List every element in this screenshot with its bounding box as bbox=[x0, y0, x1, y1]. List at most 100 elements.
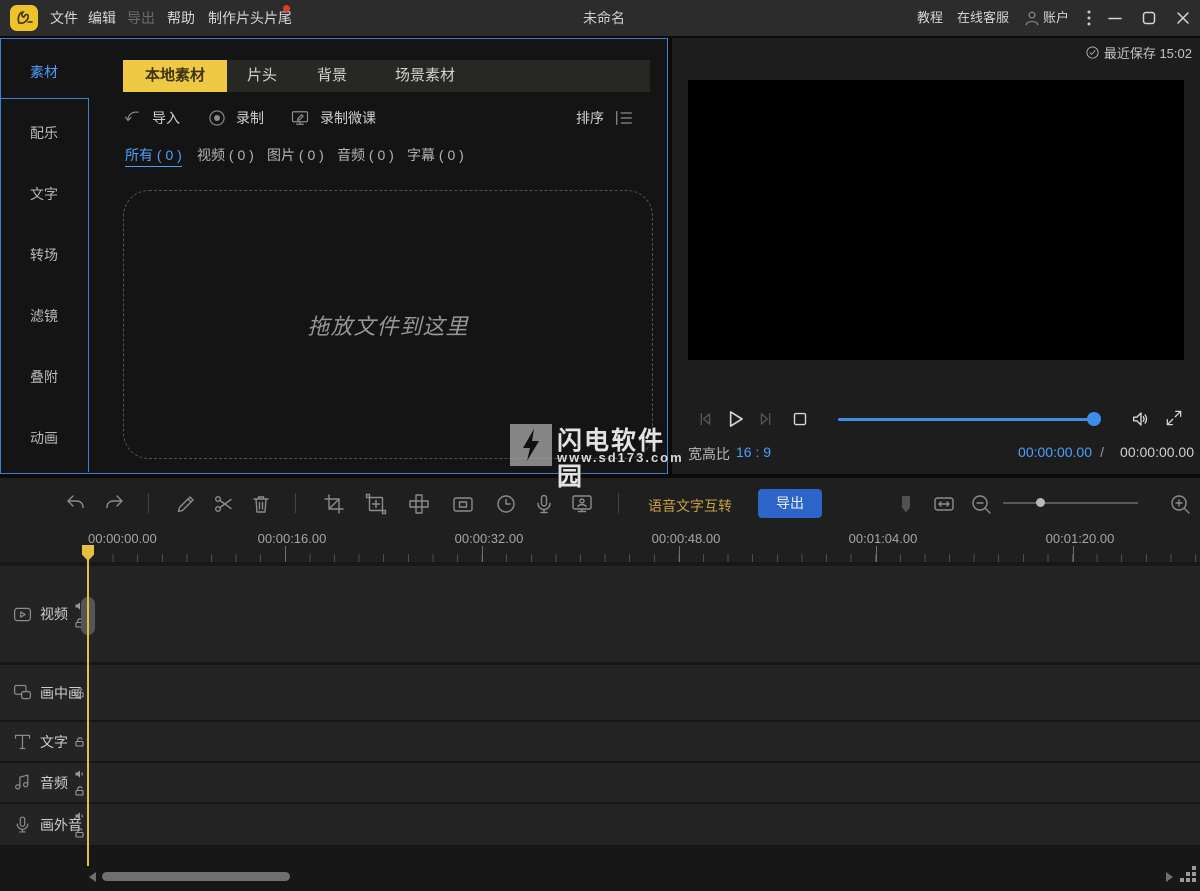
menu-export[interactable]: 导出 bbox=[127, 0, 155, 36]
stop-button[interactable] bbox=[789, 408, 811, 430]
filter-subtitle[interactable]: 字幕 ( 0 ) bbox=[407, 146, 464, 164]
scroll-right-arrow[interactable] bbox=[1166, 872, 1173, 882]
sort-list-icon[interactable] bbox=[613, 108, 635, 128]
track-text[interactable]: 文字 bbox=[0, 722, 1200, 761]
track-pip[interactable]: 画中画 bbox=[0, 665, 1200, 720]
tab-backgrounds[interactable]: 背景 bbox=[297, 60, 367, 92]
logo-cat-doodle bbox=[17, 11, 33, 24]
text-track-icon bbox=[14, 734, 31, 750]
marker-button[interactable] bbox=[894, 492, 918, 516]
menu-make-intro-outro[interactable]: 制作片头片尾 bbox=[208, 0, 292, 36]
timeline-ruler[interactable] bbox=[88, 546, 1200, 562]
track-video-header: 视频 bbox=[0, 566, 88, 662]
redo-button[interactable] bbox=[102, 492, 126, 516]
scroll-left-arrow[interactable] bbox=[89, 872, 96, 882]
timeline-panel: 语音文字互转 导出 00:00:00.00 00:00:16.00 00:00:… bbox=[0, 478, 1200, 891]
menu-edit[interactable]: 编辑 bbox=[88, 0, 116, 36]
library-panel: 素材 配乐 文字 转场 滤镜 叠附 动画 本地素材 片头 背景 场景素材 导入 … bbox=[0, 38, 682, 491]
delete-trash-button[interactable] bbox=[249, 492, 273, 516]
freeze-frame-button[interactable] bbox=[364, 492, 388, 516]
ruler-label: 00:01:20.00 bbox=[1045, 531, 1115, 546]
media-dropzone[interactable]: 拖放文件到这里 bbox=[123, 190, 653, 459]
import-icon bbox=[124, 111, 139, 122]
video-track-icon bbox=[14, 607, 31, 621]
close-button[interactable] bbox=[1174, 9, 1192, 27]
volume-icon[interactable] bbox=[1130, 408, 1152, 430]
track-lock-icon[interactable] bbox=[74, 785, 86, 797]
app-logo bbox=[10, 5, 38, 31]
track-text-header: 文字 bbox=[0, 722, 88, 761]
app-window: 文件 编辑 导出 帮助 制作片头片尾 未命名 教程 在线客服 账户 素材 配乐 … bbox=[0, 0, 1200, 891]
maximize-button[interactable] bbox=[1140, 9, 1158, 27]
previous-frame-button[interactable] bbox=[694, 408, 716, 430]
tab-intros[interactable]: 片头 bbox=[227, 60, 297, 92]
tab-scene-media[interactable]: 场景素材 bbox=[367, 60, 483, 92]
next-frame-button[interactable] bbox=[755, 408, 777, 430]
track-pip-header: 画中画 bbox=[0, 665, 88, 720]
zoom-out-button[interactable] bbox=[969, 492, 993, 516]
fit-timeline-button[interactable] bbox=[932, 492, 956, 516]
sidebar-item-music[interactable]: 配乐 bbox=[0, 118, 88, 148]
track-audio[interactable]: 音频 bbox=[0, 763, 1200, 802]
record-lesson-icon bbox=[291, 111, 309, 125]
time-total: 00:00:00.00 bbox=[1120, 444, 1194, 460]
track-voiceover-header: 画外音 bbox=[0, 804, 88, 845]
filter-image[interactable]: 图片 ( 0 ) bbox=[267, 146, 324, 164]
filter-audio[interactable]: 音频 ( 0 ) bbox=[337, 146, 394, 164]
timeline-zoom-knob[interactable] bbox=[1036, 498, 1045, 507]
track-mute-icon[interactable] bbox=[74, 768, 86, 780]
sidebar-item-text[interactable]: 文字 bbox=[0, 179, 88, 209]
webcam-record-button[interactable] bbox=[570, 492, 594, 516]
undo-button[interactable] bbox=[64, 492, 88, 516]
tutorial-link[interactable]: 教程 bbox=[917, 0, 943, 36]
record-button[interactable]: 录制 bbox=[236, 108, 264, 128]
ruler-label: 00:00:48.00 bbox=[651, 531, 721, 546]
minimize-button[interactable] bbox=[1106, 9, 1124, 27]
project-title: 未命名 bbox=[583, 10, 625, 26]
export-button[interactable]: 导出 bbox=[758, 489, 822, 518]
sort-label[interactable]: 排序 bbox=[576, 108, 604, 128]
zoom-in-button[interactable] bbox=[1168, 492, 1192, 516]
track-lock-icon[interactable] bbox=[74, 827, 86, 839]
duration-clock-button[interactable] bbox=[494, 492, 518, 516]
split-button[interactable] bbox=[407, 492, 431, 516]
play-button[interactable] bbox=[722, 406, 748, 432]
track-voiceover[interactable]: 画外音 bbox=[0, 804, 1200, 845]
sidebar-item-animation[interactable]: 动画 bbox=[0, 423, 88, 453]
filter-all[interactable]: 所有 ( 0 ) bbox=[125, 146, 182, 167]
track-lock-icon[interactable] bbox=[74, 687, 86, 699]
edit-pencil-button[interactable] bbox=[174, 492, 198, 516]
cut-scissors-button[interactable] bbox=[212, 492, 236, 516]
track-mute-icon[interactable] bbox=[74, 810, 86, 822]
import-button[interactable]: 导入 bbox=[152, 108, 180, 128]
pip-button[interactable] bbox=[451, 492, 475, 516]
seek-slider-knob[interactable] bbox=[1087, 412, 1101, 426]
seek-slider[interactable] bbox=[838, 418, 1100, 421]
timeline-zoom-slider[interactable] bbox=[1003, 502, 1138, 504]
account-link[interactable]: 账户 bbox=[1043, 0, 1069, 36]
fullscreen-icon[interactable] bbox=[1164, 408, 1184, 428]
kebab-menu-icon[interactable] bbox=[1082, 9, 1096, 27]
timeline-scrollbar-thumb[interactable] bbox=[102, 872, 290, 881]
voiceover-track-icon bbox=[16, 816, 29, 833]
sidebar-item-media[interactable]: 素材 bbox=[0, 57, 88, 87]
sidebar-item-transitions[interactable]: 转场 bbox=[0, 240, 88, 270]
speech-text-convert-button[interactable]: 语音文字互转 bbox=[648, 496, 732, 516]
tab-local-media[interactable]: 本地素材 bbox=[123, 60, 227, 92]
window-resize-grip[interactable] bbox=[1180, 866, 1198, 884]
voiceover-mic-button[interactable] bbox=[532, 492, 556, 516]
filter-video[interactable]: 视频 ( 0 ) bbox=[197, 146, 254, 164]
menu-help[interactable]: 帮助 bbox=[167, 0, 195, 36]
sidebar-item-filters[interactable]: 滤镜 bbox=[0, 301, 88, 331]
track-video[interactable]: 视频 bbox=[0, 566, 1200, 662]
time-separator: / bbox=[1100, 444, 1104, 460]
sidebar-item-overlays[interactable]: 叠附 bbox=[0, 362, 88, 392]
titlebar: 文件 编辑 导出 帮助 制作片头片尾 未命名 教程 在线客服 账户 bbox=[0, 0, 1200, 36]
crop-button[interactable] bbox=[322, 492, 346, 516]
menu-file[interactable]: 文件 bbox=[50, 0, 78, 36]
record-lesson-button[interactable]: 录制微课 bbox=[320, 108, 376, 128]
aspect-ratio-value[interactable]: 16 : 9 bbox=[736, 444, 771, 460]
track-lock-icon[interactable] bbox=[74, 736, 86, 748]
playhead-line[interactable] bbox=[87, 546, 89, 866]
support-link[interactable]: 在线客服 bbox=[957, 0, 1009, 36]
